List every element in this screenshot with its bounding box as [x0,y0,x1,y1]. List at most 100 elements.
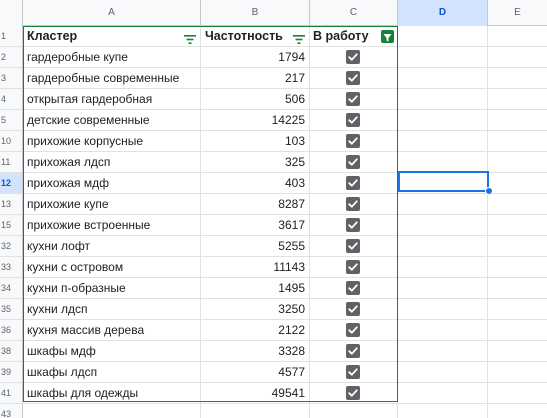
cell-d[interactable] [398,194,488,215]
in-work-cell[interactable] [310,404,398,418]
checkbox-checked-icon[interactable] [346,134,360,148]
cell-d[interactable] [398,341,488,362]
header-in-work-cell[interactable]: В работу [310,26,398,47]
in-work-cell[interactable] [310,383,398,404]
frequency-cell[interactable]: 14225 [201,110,310,131]
in-work-cell[interactable] [310,320,398,341]
column-header-c[interactable]: C [310,0,398,26]
header-frequency-cell[interactable]: Частотность [201,26,310,47]
cluster-cell[interactable]: кухни с островом [23,257,201,278]
in-work-cell[interactable] [310,299,398,320]
cell-e[interactable] [488,341,547,362]
checkbox-checked-icon[interactable] [346,386,360,400]
row-number[interactable]: 1 [0,26,23,47]
frequency-cell[interactable]: 506 [201,89,310,110]
cell-e[interactable] [488,47,547,68]
frequency-cell[interactable]: 11143 [201,257,310,278]
select-all-corner[interactable] [0,0,23,26]
cell-d[interactable] [398,320,488,341]
filter-icon[interactable] [184,31,196,44]
checkbox-checked-icon[interactable] [346,71,360,85]
cell-d[interactable] [398,383,488,404]
cell-d[interactable] [398,26,488,47]
frequency-cell[interactable]: 2122 [201,320,310,341]
checkbox-checked-icon[interactable] [346,302,360,316]
checkbox-checked-icon[interactable] [346,344,360,358]
column-header-b[interactable]: B [201,0,310,26]
checkbox-checked-icon[interactable] [346,113,360,127]
cell-d[interactable] [398,299,488,320]
cell-d[interactable] [398,110,488,131]
frequency-cell[interactable]: 3328 [201,341,310,362]
frequency-cell[interactable] [201,404,310,418]
cluster-cell[interactable]: кухня массив дерева [23,320,201,341]
cluster-cell[interactable] [23,404,201,418]
checkbox-checked-icon[interactable] [346,281,360,295]
frequency-cell[interactable]: 403 [201,173,310,194]
in-work-cell[interactable] [310,68,398,89]
checkbox-checked-icon[interactable] [346,218,360,232]
fill-handle[interactable] [485,187,493,195]
cluster-cell[interactable]: кухни лофт [23,236,201,257]
cell-e[interactable] [488,215,547,236]
checkbox-checked-icon[interactable] [346,92,360,106]
cluster-cell[interactable]: кухни п-образные [23,278,201,299]
cell-d[interactable] [398,257,488,278]
row-number[interactable]: 15 [0,215,23,236]
cell-d[interactable] [398,89,488,110]
row-number[interactable]: 2 [0,47,23,68]
frequency-cell[interactable]: 8287 [201,194,310,215]
frequency-cell[interactable]: 325 [201,152,310,173]
cell-d[interactable] [398,278,488,299]
cell-e[interactable] [488,89,547,110]
cell-e[interactable] [488,131,547,152]
header-cluster-cell[interactable]: Кластер [23,26,201,47]
cell-e[interactable] [488,383,547,404]
frequency-cell[interactable]: 5255 [201,236,310,257]
in-work-cell[interactable] [310,341,398,362]
row-number[interactable]: 38 [0,341,23,362]
in-work-cell[interactable] [310,131,398,152]
cluster-cell[interactable]: гардеробные купе [23,47,201,68]
frequency-cell[interactable]: 103 [201,131,310,152]
cluster-cell[interactable]: прихожие корпусные [23,131,201,152]
cell-e[interactable] [488,194,547,215]
row-number[interactable]: 5 [0,110,23,131]
frequency-cell[interactable]: 3250 [201,299,310,320]
in-work-cell[interactable] [310,215,398,236]
cluster-cell[interactable]: открытая гардеробная [23,89,201,110]
cluster-cell[interactable]: прихожая мдф [23,173,201,194]
in-work-cell[interactable] [310,362,398,383]
cluster-cell[interactable]: прихожая лдсп [23,152,201,173]
cell-e[interactable] [488,257,547,278]
row-number[interactable]: 43 [0,404,23,418]
row-number[interactable]: 34 [0,278,23,299]
cell-e[interactable] [488,68,547,89]
frequency-cell[interactable]: 49541 [201,383,310,404]
in-work-cell[interactable] [310,89,398,110]
cluster-cell[interactable]: кухни лдсп [23,299,201,320]
cluster-cell[interactable]: шкафы мдф [23,341,201,362]
column-header-a[interactable]: A [23,0,201,26]
cell-d[interactable] [398,47,488,68]
cluster-cell[interactable]: гардеробные современные [23,68,201,89]
frequency-cell[interactable]: 3617 [201,215,310,236]
checkbox-checked-icon[interactable] [346,365,360,379]
in-work-cell[interactable] [310,110,398,131]
cluster-cell[interactable]: детские современные [23,110,201,131]
in-work-cell[interactable] [310,173,398,194]
column-header-d[interactable]: D [398,0,488,26]
cell-d[interactable] [398,68,488,89]
frequency-cell[interactable]: 1495 [201,278,310,299]
checkbox-checked-icon[interactable] [346,197,360,211]
cell-e[interactable] [488,173,547,194]
cell-e[interactable] [488,404,547,418]
cluster-cell[interactable]: прихожие купе [23,194,201,215]
cell-e[interactable] [488,299,547,320]
in-work-cell[interactable] [310,152,398,173]
row-number[interactable]: 39 [0,362,23,383]
cell-d[interactable] [398,152,488,173]
cell-d[interactable] [398,362,488,383]
cell-d[interactable] [398,404,488,418]
frequency-cell[interactable]: 4577 [201,362,310,383]
